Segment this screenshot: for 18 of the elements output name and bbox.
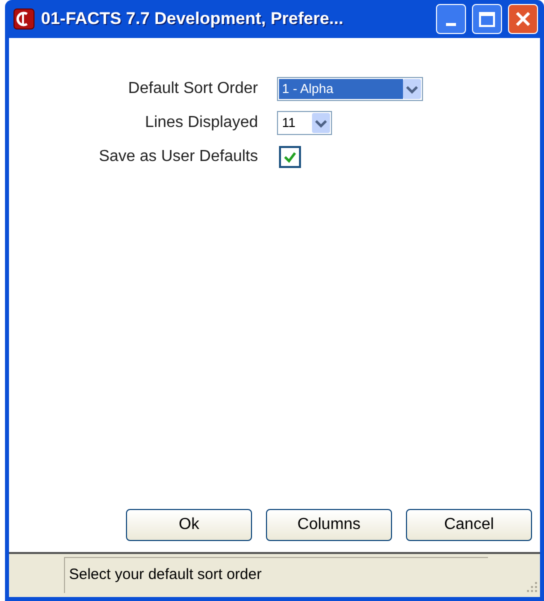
- dialog-button[interactable]: Columns: [266, 509, 392, 541]
- dialog-button[interactable]: Ok: [126, 509, 252, 541]
- resize-grip-icon: [526, 581, 538, 593]
- checkbox[interactable]: [279, 146, 301, 168]
- field-label: Lines Displayed: [144, 113, 259, 133]
- status-text: Select your default sort order: [64, 557, 488, 593]
- field-label: Default Sort Order: [127, 79, 259, 99]
- dropdown[interactable]: 11: [277, 111, 332, 135]
- field-label: Save as User Defaults: [98, 147, 259, 167]
- maximize-button[interactable]: [472, 4, 502, 34]
- dropdown[interactable]: 1 - Alpha: [277, 77, 423, 101]
- close-icon[interactable]: [514, 10, 532, 28]
- app-logo-icon: [13, 8, 35, 30]
- dialog-button[interactable]: Cancel: [406, 509, 532, 541]
- window-title: 01-FACTS 7.7 Development, Prefere...: [41, 8, 344, 30]
- checkmark-icon: [283, 150, 297, 164]
- minimize-button[interactable]: [436, 4, 466, 34]
- close-button[interactable]: [508, 4, 538, 34]
